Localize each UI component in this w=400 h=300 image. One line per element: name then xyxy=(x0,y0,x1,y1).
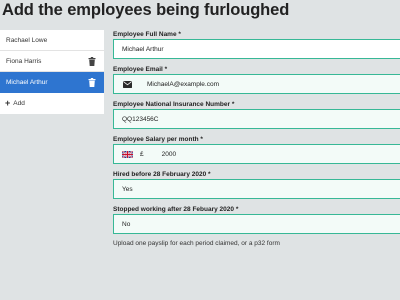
salary-label: Employee Salary per month * xyxy=(113,136,203,143)
hired-before-select[interactable]: Yes xyxy=(113,179,400,199)
employee-form: Employee Full Name * Michael Arthur Empl… xyxy=(113,30,400,247)
email-label: Employee Email * xyxy=(113,66,168,73)
full-name-input[interactable]: Michael Arthur xyxy=(113,39,400,59)
employee-name: Michael Arthur xyxy=(6,78,48,86)
upload-instruction: Upload one payslip for each period claim… xyxy=(113,240,280,247)
stopped-working-label: Stopped working after 28 Febuary 2020 * xyxy=(113,206,239,213)
ni-number-label: Employee National Insurance Number * xyxy=(113,101,235,108)
employee-name: Fiona Harris xyxy=(6,57,42,65)
trash-icon[interactable] xyxy=(88,77,96,87)
salary-input[interactable]: £ 2000 xyxy=(113,144,400,164)
full-name-value: Michael Arthur xyxy=(122,45,164,53)
trash-icon[interactable] xyxy=(88,56,96,66)
stopped-working-value: No xyxy=(122,220,131,228)
email-input[interactable]: MichaelA@example.com xyxy=(113,74,400,94)
currency-symbol: £ xyxy=(140,150,144,158)
salary-value: 2000 xyxy=(161,150,177,158)
employee-list-item-active[interactable]: Michael Arthur xyxy=(0,72,104,93)
envelope-icon xyxy=(123,80,132,88)
ni-number-value: QQ123456C xyxy=(122,115,159,123)
employee-list-item[interactable]: Fiona Harris xyxy=(0,51,104,72)
ni-number-input[interactable]: QQ123456C xyxy=(113,109,400,129)
employee-list-item[interactable]: Rachael Lowe xyxy=(0,30,104,51)
hired-before-label: Hired before 28 February 2020 * xyxy=(113,171,211,178)
plus-icon: + xyxy=(5,98,11,108)
employee-list-sidebar: Rachael Lowe Fiona Harris Michael Arthur… xyxy=(0,30,104,114)
employee-name: Rachael Lowe xyxy=(6,36,48,44)
stopped-working-select[interactable]: No xyxy=(113,214,400,234)
page-title: Add the employees being furloughed xyxy=(2,1,290,19)
hired-before-value: Yes xyxy=(122,185,133,193)
add-employee-button[interactable]: + Add xyxy=(0,93,104,114)
full-name-label: Employee Full Name * xyxy=(113,31,181,38)
uk-flag-icon xyxy=(122,150,133,158)
add-employee-label: Add xyxy=(13,100,25,107)
email-value: MichaelA@example.com xyxy=(147,80,219,88)
